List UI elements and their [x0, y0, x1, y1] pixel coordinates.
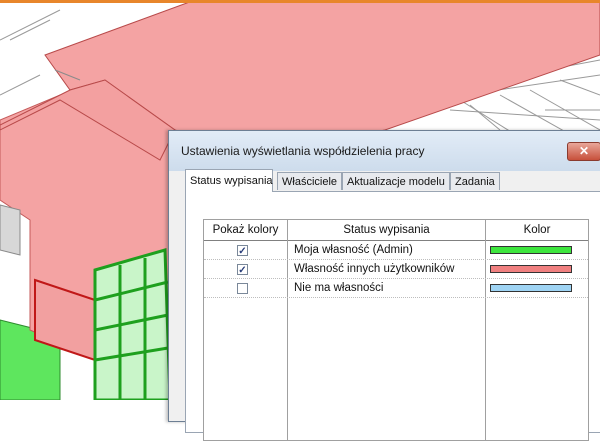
dialog-title: Ustawienia wyświetlania współdzielenia p…: [181, 144, 425, 158]
column-header-show-colors: Pokaż kolory: [212, 224, 279, 236]
tab-checkout-status[interactable]: Status wypisania: [185, 169, 273, 192]
table-row[interactable]: Nie ma własności: [204, 279, 588, 297]
color-swatch[interactable]: [490, 284, 572, 292]
show-color-checkbox[interactable]: ✓: [237, 245, 248, 257]
dialog-titlebar[interactable]: Ustawienia wyświetlania współdzielenia p…: [169, 131, 600, 171]
color-swatch[interactable]: [490, 246, 572, 254]
tab-panel: Pokaż kolory Status wypisania Kolor ✓ Mo…: [185, 191, 600, 441]
status-label: Własność innych użytkowników: [294, 263, 455, 275]
tab-owners[interactable]: Właściciele: [277, 172, 342, 190]
status-label: Nie ma własności: [294, 282, 384, 294]
show-color-checkbox[interactable]: [237, 283, 248, 294]
status-label: Moja własność (Admin): [294, 244, 413, 256]
table-row[interactable]: ✓ Własność innych użytkowników: [204, 260, 588, 278]
row-divider: [204, 297, 588, 299]
close-button[interactable]: ✕: [567, 142, 600, 161]
worksharing-display-settings-dialog: Ustawienia wyświetlania współdzielenia p…: [168, 130, 600, 441]
accent-line: [0, 0, 600, 3]
tab-model-updates[interactable]: Aktualizacje modelu: [342, 172, 450, 190]
green-curtain-wall: [93, 248, 172, 400]
show-color-checkbox[interactable]: ✓: [237, 264, 248, 276]
status-table: Pokaż kolory Status wypisania Kolor ✓ Mo…: [203, 219, 589, 441]
column-header-color: Kolor: [523, 224, 551, 236]
column-header-status: Status wypisania: [343, 224, 430, 236]
tab-tasks[interactable]: Zadania: [450, 172, 500, 190]
table-row[interactable]: ✓ Moja własność (Admin): [204, 241, 588, 259]
balcony: [0, 204, 21, 256]
color-swatch[interactable]: [490, 265, 572, 273]
